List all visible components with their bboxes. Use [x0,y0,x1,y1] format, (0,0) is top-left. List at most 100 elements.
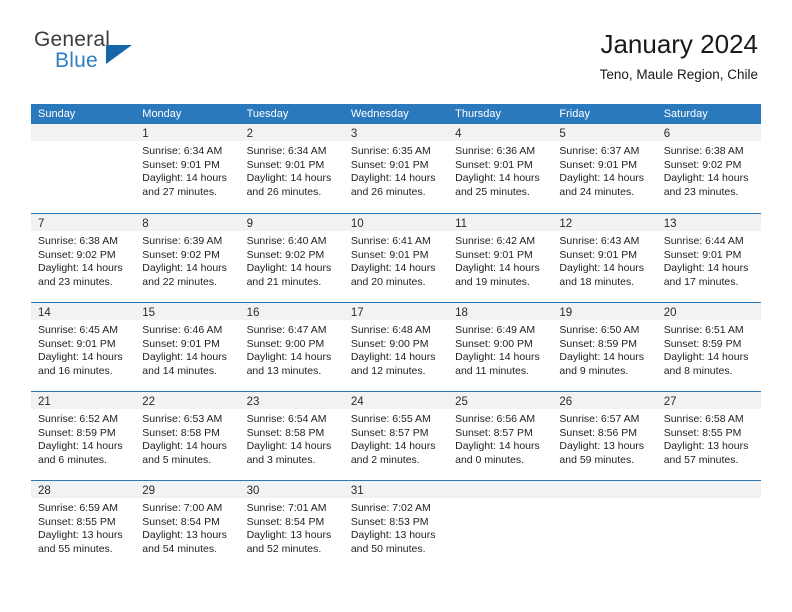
sunset-text: Sunset: 9:01 PM [455,158,533,171]
day-cell[interactable]: 27 Sunrise: 6:58 AM Sunset: 8:55 PM Dayl… [656,392,761,480]
daylight-text-line2: and 8 minutes. [663,364,733,377]
daylight-text-line2: and 55 minutes. [38,542,113,555]
day-cell[interactable]: 31 Sunrise: 7:02 AM Sunset: 8:53 PM Dayl… [343,481,449,569]
day-cell[interactable]: 23 Sunrise: 6:54 AM Sunset: 8:58 PM Dayl… [239,392,344,480]
daylight-text-line2: and 24 minutes. [559,185,635,198]
daylight-text-line1: Daylight: 14 hours [455,172,540,185]
day-number-band: 23 [239,392,344,409]
day-cell[interactable] [656,481,761,569]
sunset-text: Sunset: 9:01 PM [38,337,116,350]
day-number-band: 24 [343,392,449,409]
day-info: Sunrise: 6:56 AM Sunset: 8:57 PM Dayligh… [448,409,552,467]
sunset-text: Sunset: 8:59 PM [559,337,638,350]
sunset-text: Sunset: 9:01 PM [663,248,742,261]
daylight-text-line2: and 21 minutes. [246,275,322,288]
day-cell[interactable]: 19 Sunrise: 6:50 AM Sunset: 8:59 PM Dayl… [552,303,657,391]
day-cell[interactable] [31,124,136,213]
day-cell[interactable]: 7 Sunrise: 6:38 AM Sunset: 9:02 PM Dayli… [31,214,136,302]
sunrise-text: Sunrise: 6:39 AM [142,235,223,247]
sunrise-text: Sunrise: 6:52 AM [38,413,118,425]
day-cell[interactable]: 21 Sunrise: 6:52 AM Sunset: 8:59 PM Dayl… [31,392,136,480]
daylight-text-line1: Daylight: 14 hours [38,351,123,364]
day-cell[interactable]: 16 Sunrise: 6:47 AM Sunset: 9:00 PM Dayl… [239,303,344,391]
day-info: Sunrise: 6:41 AM Sunset: 9:01 PM Dayligh… [344,231,448,289]
day-cell[interactable]: 13 Sunrise: 6:44 AM Sunset: 9:01 PM Dayl… [656,214,761,302]
week-row: 21 Sunrise: 6:52 AM Sunset: 8:59 PM Dayl… [31,391,761,480]
day-cell[interactable]: 30 Sunrise: 7:01 AM Sunset: 8:54 PM Dayl… [239,481,344,569]
daylight-text-line1: Daylight: 13 hours [142,529,227,542]
sunrise-text: Sunrise: 6:47 AM [246,324,327,336]
daylight-text-line2: and 16 minutes. [38,364,113,377]
day-cell[interactable]: 3 Sunrise: 6:35 AM Sunset: 9:01 PM Dayli… [343,124,449,213]
day-info: Sunrise: 6:37 AM Sunset: 9:01 PM Dayligh… [552,141,656,199]
sunset-text: Sunset: 8:57 PM [350,426,429,439]
day-cell[interactable]: 11 Sunrise: 6:42 AM Sunset: 9:01 PM Dayl… [448,214,553,302]
day-cell[interactable]: 29 Sunrise: 7:00 AM Sunset: 8:54 PM Dayl… [135,481,240,569]
day-number: 13 [663,218,677,230]
daylight-text-line1: Daylight: 13 hours [559,440,645,453]
day-info: Sunrise: 6:57 AM Sunset: 8:56 PM Dayligh… [552,409,656,467]
day-number-band: 5 [552,124,657,141]
day-info: Sunrise: 6:45 AM Sunset: 9:01 PM Dayligh… [31,320,135,378]
sunset-text: Sunset: 9:01 PM [350,248,429,261]
day-number: 21 [38,396,51,408]
daylight-text-line1: Daylight: 13 hours [246,529,332,542]
sunrise-text: Sunrise: 6:35 AM [350,145,431,157]
day-cell[interactable]: 10 Sunrise: 6:41 AM Sunset: 9:01 PM Dayl… [343,214,449,302]
day-info: Sunrise: 6:59 AM Sunset: 8:55 PM Dayligh… [31,498,135,556]
day-cell[interactable] [552,481,657,569]
sunset-text: Sunset: 9:01 PM [142,158,220,171]
daylight-text-line2: and 26 minutes. [246,185,322,198]
daylight-text-line1: Daylight: 14 hours [142,172,227,185]
day-cell[interactable]: 14 Sunrise: 6:45 AM Sunset: 9:01 PM Dayl… [31,303,136,391]
day-number-band [552,481,657,498]
day-cell[interactable]: 2 Sunrise: 6:34 AM Sunset: 9:01 PM Dayli… [239,124,344,213]
day-number-band: 18 [448,303,553,320]
day-cell[interactable]: 26 Sunrise: 6:57 AM Sunset: 8:56 PM Dayl… [552,392,657,480]
day-cell[interactable]: 5 Sunrise: 6:37 AM Sunset: 9:01 PM Dayli… [552,124,657,213]
day-number: 14 [38,307,51,319]
day-cell[interactable]: 8 Sunrise: 6:39 AM Sunset: 9:02 PM Dayli… [135,214,240,302]
sunrise-text: Sunrise: 6:37 AM [559,145,640,157]
daylight-text-line2: and 26 minutes. [350,185,426,198]
day-cell[interactable] [448,481,553,569]
day-cell[interactable]: 25 Sunrise: 6:56 AM Sunset: 8:57 PM Dayl… [448,392,553,480]
day-info: Sunrise: 6:38 AM Sunset: 9:02 PM Dayligh… [31,231,135,289]
day-number: 19 [559,307,573,319]
calendar-grid: Sunday Monday Tuesday Wednesday Thursday… [31,104,761,569]
sunrise-text: Sunrise: 6:48 AM [350,324,431,336]
day-number: 1 [142,128,149,140]
day-cell[interactable]: 6 Sunrise: 6:38 AM Sunset: 9:02 PM Dayli… [656,124,761,213]
daylight-text-line1: Daylight: 14 hours [559,172,645,185]
day-cell[interactable]: 4 Sunrise: 6:36 AM Sunset: 9:01 PM Dayli… [448,124,553,213]
day-number-band: 28 [31,481,136,498]
day-cell[interactable]: 18 Sunrise: 6:49 AM Sunset: 9:00 PM Dayl… [448,303,553,391]
daylight-text-line1: Daylight: 14 hours [246,351,332,364]
day-info: Sunrise: 6:34 AM Sunset: 9:01 PM Dayligh… [135,141,239,199]
daylight-text-line2: and 27 minutes. [142,185,217,198]
daylight-text-line2: and 0 minutes. [455,453,525,466]
daylight-text-line1: Daylight: 14 hours [246,440,332,453]
day-number-band: 3 [343,124,449,141]
day-number-band: 15 [135,303,240,320]
weekday-header-thursday: Thursday [455,108,501,120]
day-number: 26 [559,396,573,408]
day-cell[interactable]: 17 Sunrise: 6:48 AM Sunset: 9:00 PM Dayl… [343,303,449,391]
day-cell[interactable]: 12 Sunrise: 6:43 AM Sunset: 9:01 PM Dayl… [552,214,657,302]
day-cell[interactable]: 28 Sunrise: 6:59 AM Sunset: 8:55 PM Dayl… [31,481,136,569]
day-info: Sunrise: 6:50 AM Sunset: 8:59 PM Dayligh… [552,320,656,378]
day-cell[interactable]: 9 Sunrise: 6:40 AM Sunset: 9:02 PM Dayli… [239,214,344,302]
day-number-band: 6 [656,124,761,141]
day-cell[interactable]: 15 Sunrise: 6:46 AM Sunset: 9:01 PM Dayl… [135,303,240,391]
day-cell[interactable]: 1 Sunrise: 6:34 AM Sunset: 9:01 PM Dayli… [135,124,240,213]
day-cell[interactable]: 20 Sunrise: 6:51 AM Sunset: 8:59 PM Dayl… [656,303,761,391]
day-cell[interactable]: 24 Sunrise: 6:55 AM Sunset: 8:57 PM Dayl… [343,392,449,480]
day-number-band: 1 [135,124,240,141]
sunrise-text: Sunrise: 6:46 AM [142,324,223,336]
sunrise-text: Sunrise: 6:40 AM [246,235,327,247]
day-cell[interactable]: 22 Sunrise: 6:53 AM Sunset: 8:58 PM Dayl… [135,392,240,480]
daylight-text-line2: and 25 minutes. [455,185,530,198]
day-info: Sunrise: 6:52 AM Sunset: 8:59 PM Dayligh… [31,409,135,467]
daylight-text-line2: and 54 minutes. [142,542,217,555]
day-number-band [31,124,136,141]
